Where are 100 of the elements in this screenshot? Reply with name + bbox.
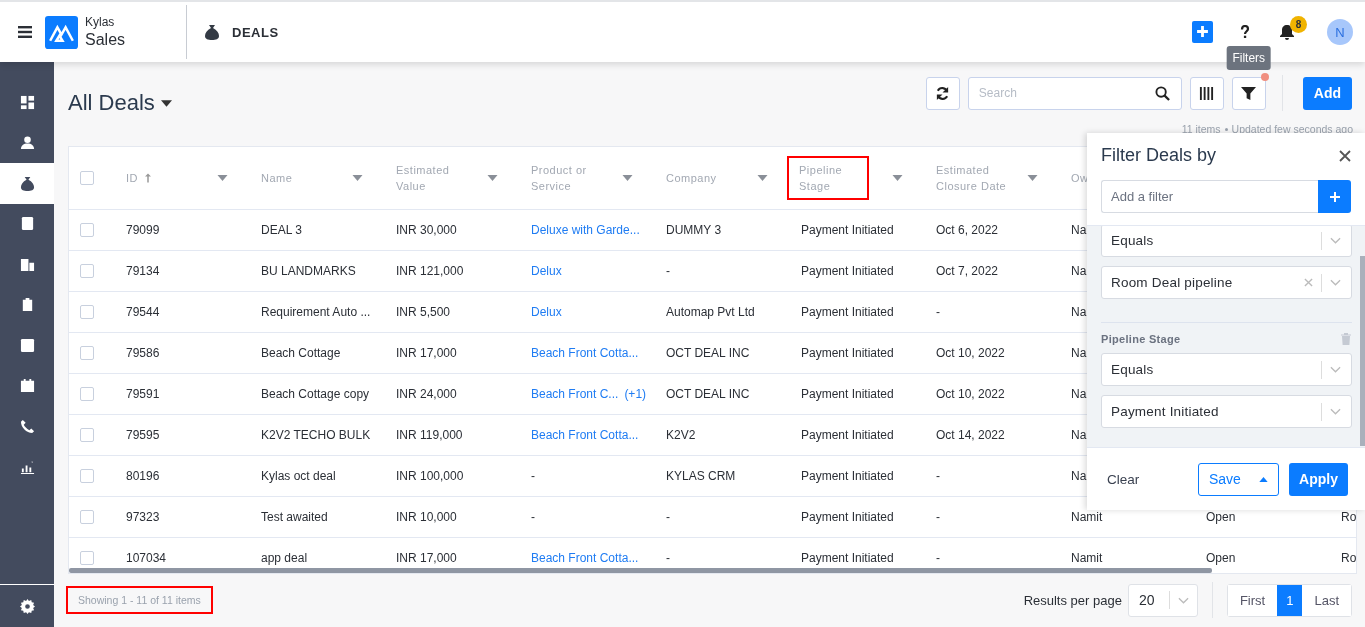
caret-icon[interactable] [622, 175, 633, 181]
table-cell: INR 24,000 [396, 387, 457, 401]
caret-icon[interactable] [757, 175, 768, 181]
product-link[interactable]: Beach Front Cotta... [531, 428, 639, 442]
checkbox[interactable] [80, 171, 94, 185]
caret-icon[interactable] [217, 175, 228, 181]
filter-button[interactable] [1231, 76, 1266, 110]
scrollbar-thumb[interactable] [69, 568, 1212, 573]
page-button[interactable]: 1 [1277, 584, 1303, 616]
table-cell: Na [1071, 264, 1087, 278]
more-link[interactable]: (+1) [624, 387, 647, 401]
chevron-down-icon [1330, 408, 1341, 415]
column-header[interactable]: Ow [1071, 170, 1089, 186]
table-cell: - [936, 551, 940, 565]
building-icon [19, 256, 35, 272]
checkbox[interactable] [80, 223, 94, 237]
checkbox[interactable] [80, 469, 94, 483]
checkbox[interactable] [80, 346, 94, 360]
checkbox[interactable] [80, 428, 94, 442]
add-filter-button[interactable] [1318, 180, 1351, 213]
sidebar-item[interactable] [0, 163, 54, 204]
table-cell: Namit [1071, 510, 1103, 524]
table-cell: Na [1071, 223, 1087, 237]
product-link[interactable]: Beach Front C... [531, 387, 619, 401]
table-cell: 107034 [126, 551, 167, 565]
clear-button[interactable]: Clear [1095, 465, 1152, 493]
table-cell: Payment Initiated [801, 510, 894, 524]
table-cell: - [936, 510, 940, 524]
column-header[interactable]: Company [666, 170, 717, 186]
product-link[interactable]: Delux [531, 264, 562, 278]
per-page-select[interactable]: 20 [1127, 583, 1198, 617]
add-button[interactable]: Add [1302, 76, 1352, 110]
checkbox[interactable] [80, 551, 94, 565]
save-button[interactable]: Save [1198, 462, 1279, 496]
avatar[interactable]: N [1327, 19, 1353, 45]
caret-icon[interactable] [1027, 175, 1038, 181]
caret-icon[interactable] [352, 175, 363, 181]
table-cell: 79586 [126, 346, 160, 360]
table-cell: Beach Cottage copy [261, 387, 370, 401]
checkbox[interactable] [80, 510, 94, 524]
clear-icon[interactable] [1304, 278, 1313, 287]
product-link[interactable]: Deluxe with Garde... [531, 223, 640, 237]
filter-select[interactable]: Equals [1101, 353, 1352, 386]
checkbox[interactable] [80, 305, 94, 319]
column-header[interactable]: Product or Service [531, 162, 611, 194]
columns-button[interactable] [1189, 76, 1224, 110]
search-field[interactable]: Search [967, 76, 1182, 110]
table-cell: Payment Initiated [801, 551, 894, 565]
add-filter-field[interactable]: Add a filter [1101, 180, 1318, 213]
column-header[interactable]: Estimated Closure Date [936, 162, 1016, 194]
table-cell: Payment Initiated [801, 469, 894, 483]
table-cell: Payment Initiated [801, 387, 894, 401]
calendar-icon [19, 378, 35, 394]
column-header[interactable]: Estimated Value [396, 162, 476, 194]
filter-select[interactable]: Payment Initiated [1101, 395, 1352, 428]
caret-icon[interactable] [892, 175, 903, 181]
scrollbar-thumb[interactable] [1360, 256, 1365, 446]
funnel-icon [1241, 85, 1257, 101]
logo-icon [45, 15, 78, 49]
table-cell: Oct 10, 2022 [936, 346, 1005, 360]
brand-name: Kylas [85, 15, 116, 29]
product-link[interactable]: Beach Front Cotta... [531, 346, 639, 360]
table-cell: 79595 [126, 428, 160, 442]
table-cell: 79134 [126, 264, 160, 278]
apply-button[interactable]: Apply [1289, 462, 1348, 496]
menu-icon[interactable] [18, 26, 32, 38]
table-cell: Na [1071, 469, 1087, 483]
table-cell: Beach Cottage [261, 346, 341, 360]
column-header[interactable]: Pipeline Stage [789, 158, 867, 198]
plus-icon [1196, 25, 1209, 38]
table-cell: DEAL 3 [261, 223, 302, 237]
bell-icon[interactable] [1280, 24, 1294, 40]
add-button[interactable] [1192, 21, 1213, 43]
table-cell: Test awaited [261, 510, 328, 524]
refresh-button[interactable] [925, 76, 960, 110]
table-cell: K2V2 [666, 428, 696, 442]
view-selector[interactable]: All Deals [68, 90, 172, 116]
column-header[interactable]: Name [261, 170, 293, 186]
filter-select[interactable]: Room Deal pipeline [1101, 266, 1352, 299]
table-cell: - [936, 469, 940, 483]
table-cell: Open [1206, 510, 1236, 524]
settings-icon[interactable] [19, 598, 35, 614]
plus-icon [1328, 190, 1341, 203]
checkbox[interactable] [80, 264, 94, 278]
table-cell: - [666, 510, 670, 524]
table-cell: - [666, 264, 670, 278]
chevron-down-icon [1330, 366, 1341, 373]
table-cell: Ro [1341, 510, 1356, 524]
caret-icon[interactable] [487, 175, 498, 181]
product-link[interactable]: Delux [531, 305, 562, 319]
table-cell: app deal [261, 551, 308, 565]
checkbox[interactable] [80, 387, 94, 401]
help-icon[interactable] [1240, 25, 1250, 39]
table-cell: - [531, 469, 535, 483]
column-header[interactable]: ID [126, 170, 138, 186]
chevron-down-icon [1330, 279, 1341, 286]
close-icon[interactable] [1339, 149, 1351, 162]
product-link[interactable]: Beach Front Cotta... [531, 551, 639, 565]
filter-select[interactable]: Equals [1101, 226, 1352, 257]
table-cell: INR 10,000 [396, 510, 457, 524]
